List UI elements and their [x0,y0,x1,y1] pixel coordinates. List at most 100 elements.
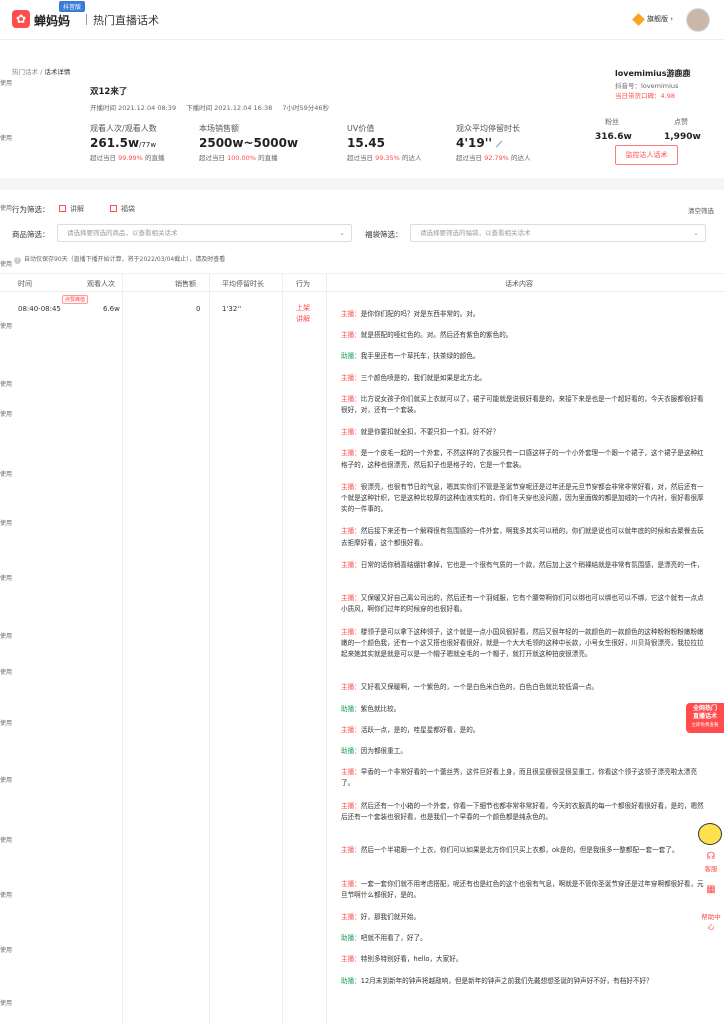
speaker-label: 主播： [341,428,361,437]
script-line: 主播：活跃一点，是的，哇星星都好看，是的。 [341,725,705,736]
script-line: 主播：特别多特别好看，hello，大家好。 [341,954,705,965]
script-line: 主播：很漂亮，也很有节日的气息，嗯其实你们不管是圣诞节穿呢还是过年还是元旦节穿都… [341,482,705,516]
watermark-text: 使用 [0,135,13,142]
speaker-label: 主播： [341,955,361,964]
mascot-icon[interactable] [698,823,722,845]
col-time: 时间 [18,280,32,288]
script-text: 三个颜色喷是的，我们就是如果是北方北。 [360,373,487,382]
speaker-label: 主播： [341,527,361,536]
script-text: 活跃一点，是的，哇星星都好看，是的。 [360,725,480,734]
chevron-down-icon: ⌄ [693,229,699,237]
filter-bag-checkbox[interactable]: 福袋 [110,204,135,214]
script-text: 日常的话你稍喜结绷针拿掉，它也是一个很有气质的一个款，然后加上这个稍裸结就是非常… [360,560,704,569]
script-text: 我手里还有一个草托车，扶茶绿的颜色。 [360,352,480,361]
qr-button[interactable]: ▦ [700,884,722,896]
script-text: 就是你要扣就全扣，不要只扣一个扣，好不好？ [360,428,500,437]
product-filter-label: 商品筛选： [12,230,50,239]
divider [86,14,87,25]
speaker-label: 主播： [341,846,361,855]
script-line: 主播：日常的话你稍喜结绷针拿掉，它也是一个很有气质的一个款，然后加上这个稍裸结就… [341,560,705,571]
script-line: 主播：比方说女孩子你们就买上衣就可以了，裙子可能就是说很好看是的，来接下来是也是… [341,394,705,416]
speaker-label: 主播： [341,394,361,403]
speaker-label: 主播： [341,913,361,921]
script-text: 然后一个半裙跟一个上衣，你们可以如果是北方你们只买上衣都，ok是的，但是我很多一… [360,846,679,855]
qrcode-icon: ▦ [706,884,716,895]
watermark-text: 使用 [0,411,13,418]
speaker-label: 助播： [341,934,361,943]
live-title: 双12来了 [90,87,128,97]
stat-compare: 超过当日 100.00% 的直播 [199,154,278,162]
stat-value: 4'19'' ⟋ [456,136,502,150]
fans-box: 粉丝 316.6w [595,117,632,142]
hot-scripts-float[interactable]: 全网热门 直播话术 立即免费查看 [686,703,724,733]
script-line: 主播：是你你们配的吗？对是东西非常的。对。 [341,309,705,320]
script-text: 是你你们配的吗？对是东西非常的。对。 [360,310,480,318]
watermark-text: 使用 [0,575,13,582]
product-select[interactable]: 请选择要筛选的商品，以查看相关话术 ⌄ [57,224,352,242]
col-stay: 平均停留时长 [222,280,264,288]
script-text: 是一个皮毛一起的一个外套，不然这样的了衣服只有一口感这样子的一个小外套理一个跟一… [341,449,704,469]
headset-icon: ☊ [706,851,716,862]
app-logo-icon[interactable]: ✿ [12,10,30,28]
script-text: 好，那我们就开始。 [360,913,421,921]
script-line: 助播：吧就不用看了，好了。 [341,933,705,944]
watermark-text: 使用 [0,947,13,954]
speaker-label: 助播： [341,704,361,713]
stat-label: 本场销售额 [199,124,239,133]
script-text: 然后接下来还有一个解释很有氛围感的一件外套，啊我多其实可以稍的，你们就是说也可以… [341,527,704,547]
script-text: 早香的一个非常好看的一个蕾丝秀，这件巨好看上身，而且很显瘦很显很显重工，你看这个… [341,768,698,788]
script-text: 楼领子是可以拿下这种领子，这个就是一点小国风很好看，然后又很年轻的一款颜色的一款… [341,627,704,658]
save-note: ! 自动仅保存90天（直播下播开始计算，将于2022/03/04截止），请及时查看 [14,254,225,264]
col-divider [326,273,327,1024]
monitor-button[interactable]: 监控达人话术 [615,145,678,165]
script-line: 主播：是一个皮毛一起的一个外套，不然这样的了衣服只有一口感这样子的一个小外套理一… [341,448,705,470]
stat-uv: UV价值 15.45 超过当日 99.35% 的达人 [347,123,421,162]
start-time: 开播时间 2021.12.04 08:39 [90,104,177,112]
brand-name[interactable]: 蝉妈妈 [34,12,70,29]
watermark-text: 使用 [0,323,13,330]
checkbox-icon [59,205,66,212]
stat-label: UV价值 [347,124,375,133]
speaker-label: 主播： [341,482,361,491]
member-badge[interactable]: 旗舰版 › [632,12,673,26]
fans-label: 粉丝 [605,118,619,126]
hot-badge: 点赞峰值 [62,295,89,304]
col-action: 行为 [296,280,310,288]
user-avatar-icon[interactable] [686,8,710,32]
watermark-text: 使用 [0,261,13,268]
stat-compare: 超过当日 99.35% 的达人 [347,154,422,162]
row-action[interactable]: 上架 讲解 [296,303,310,325]
speaker-label: 主播： [341,560,361,569]
speaker-label: 助播： [341,747,361,755]
clear-filter-link[interactable]: 清空筛选 [688,205,714,215]
watermark-text: 使用 [0,1000,13,1007]
stat-sales: 本场销售额 2500w~5000w 超过当日 100.00% 的直播 [199,123,298,162]
breadcrumb-current: 话术详情 [44,68,71,76]
filter-explain-checkbox[interactable]: 讲解 [59,204,84,214]
bag-select[interactable]: 请选择要筛选的福袋，以查看相关话术 ⌄ [410,224,706,242]
diamond-icon [632,12,645,26]
script-line: 主播：一套一套你们就不用考虑搭配，呢还有也是红色的这个也很有气息，啊就是不管你圣… [341,879,705,901]
script-line: 主播：然后一个半裙跟一个上衣，你们可以如果是北方你们只买上衣都，ok是的，但是我… [341,845,705,856]
anchor-name[interactable]: lovemimius游鹿鹿 [615,68,691,79]
watermark-text: 使用 [0,80,13,87]
script-line: 主播：然后接下来还有一个解释很有氛围感的一件外套，啊我多其实可以稍的，你们就是说… [341,526,705,548]
live-times: 开播时间 2021.12.04 08:39 下播时间 2021.12.04 16… [90,102,337,112]
col-divider [122,273,123,1024]
stat-stay: 观众平均停留时长 4'19'' ⟋ 超过当日 92.79% 的达人 [456,123,530,162]
watermark-text: 使用 [0,720,13,727]
speaker-label: 主播： [341,594,361,603]
help-center-button[interactable]: 帮助中心 [700,911,722,931]
view-now-link[interactable]: 请及时查看 [195,256,225,263]
service-button[interactable]: ☊ 客服 [700,851,722,873]
likes-label: 点赞 [674,118,688,126]
script-text: 12月末到新年的钟声将越敲响，但是新年的钟声之前我们先戴想想圣诞的钟声好不好，有… [360,976,653,985]
platform-badge: 抖音版 [59,1,86,12]
chevron-down-icon: ⌄ [339,229,345,237]
speaker-label: 主播： [341,449,361,458]
breadcrumb-parent[interactable]: 热门话术 / [12,68,42,76]
script-text: 就是搭配的哑红色的。对。然后还有紫色的紫色的。 [360,331,513,340]
bag-filter-label: 福袋筛选： [365,230,403,239]
col-divider [282,273,283,1024]
checkbox-icon [110,205,117,212]
